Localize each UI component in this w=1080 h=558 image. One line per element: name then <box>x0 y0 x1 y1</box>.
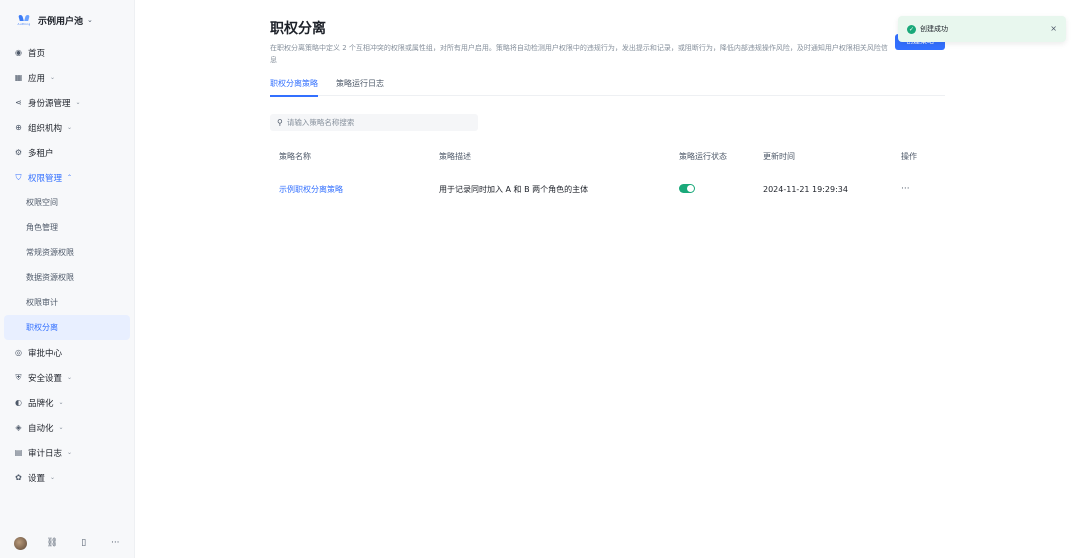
sidebar-item-tenants[interactable]: ⚙ 多租户 <box>0 140 134 165</box>
sidebar-subitem-permission-audit[interactable]: 权限审计 <box>0 290 134 315</box>
page-description: 在职权分离策略中定义 2 个互相冲突的权限或属性组，对所有用户启用。策略将自动检… <box>270 44 888 64</box>
tab-policy-run-logs[interactable]: 策略运行日志 <box>336 76 384 96</box>
sidebar-item-home[interactable]: ◉ 首页 <box>0 40 134 65</box>
chevron-down-icon: ⌄ <box>87 16 93 24</box>
sidebar-subitem-segregation-of-duties[interactable]: 职权分离 <box>4 315 130 340</box>
column-header-actions: 操作 <box>901 151 917 161</box>
chevron-down-icon: ⌄ <box>58 399 64 406</box>
sidebar-item-approval[interactable]: ◎ 审批中心 <box>0 340 134 365</box>
sidebar-item-identity-sources[interactable]: ⋖ 身份源管理 ⌄ <box>0 90 134 115</box>
sidebar-item-security[interactable]: ⛨ 安全设置 ⌄ <box>0 365 134 390</box>
shield-icon: ⛨ <box>15 372 22 382</box>
globe-icon: ◉ <box>15 48 22 57</box>
tab-bar: 职权分离策略 策略运行日志 <box>270 76 945 97</box>
main-content: 职权分离 在职权分离策略中定义 2 个互相冲突的权限或属性组，对所有用户启用。策… <box>135 0 1080 558</box>
approval-icon: ◎ <box>15 348 22 357</box>
chevron-down-icon: ⌄ <box>58 424 64 431</box>
column-header-description: 策略描述 <box>439 151 471 161</box>
column-header-status: 策略运行状态 <box>679 151 727 161</box>
more-icon[interactable]: ··· <box>109 538 121 548</box>
chevron-down-icon: ⌄ <box>67 124 73 131</box>
gear-icon: ✿ <box>15 473 22 482</box>
sidebar-item-settings[interactable]: ✿ 设置 ⌄ <box>0 465 134 490</box>
grid-icon: ▦ <box>14 73 23 82</box>
sidebar-item-apps[interactable]: ▦ 应用 ⌄ <box>0 65 134 90</box>
table-header: 策略名称 策略描述 策略运行状态 更新时间 操作 <box>270 144 945 168</box>
sidebar-footer: ⛓ ▯ ··· <box>0 528 135 558</box>
tenant-icon: ⚙ <box>14 148 23 157</box>
chevron-down-icon: ⌄ <box>67 374 73 381</box>
chevron-up-icon: ⌃ <box>67 174 73 181</box>
sidebar-item-organization[interactable]: ⊕ 组织机构 ⌄ <box>0 115 134 140</box>
sidebar-subitem-permission-space[interactable]: 权限空间 <box>0 190 134 215</box>
pool-switcher[interactable]: Authing 示例用户池 ⌄ <box>0 0 134 40</box>
policy-description: 用于记录同时加入 A 和 B 两个角色的主体 <box>439 184 589 194</box>
panel-toggle-icon[interactable]: ▯ <box>78 538 90 548</box>
org-icon: ⊕ <box>15 123 22 132</box>
close-icon[interactable]: × <box>1050 24 1057 33</box>
search-input[interactable] <box>286 118 467 127</box>
tab-sod-policies[interactable]: 职权分离策略 <box>270 76 318 97</box>
success-toast: ✓ 创建成功 × <box>898 16 1066 42</box>
column-header-updated: 更新时间 <box>763 151 795 161</box>
policy-table: 策略名称 策略描述 策略运行状态 更新时间 操作 示例职权分离策略 用于记录同时… <box>270 144 945 210</box>
sidebar-item-permissions[interactable]: ⛉ 权限管理 ⌃ <box>0 165 134 190</box>
sidebar-item-branding[interactable]: ◐ 品牌化 ⌄ <box>0 390 134 415</box>
pool-name: 示例用户池 <box>38 16 84 27</box>
policy-updated-time: 2024-11-21 19:29:34 <box>763 184 848 194</box>
log-icon: ▤ <box>14 448 23 457</box>
table-row: 示例职权分离策略 用于记录同时加入 A 和 B 两个角色的主体 2024-11-… <box>270 168 945 210</box>
toast-message: 创建成功 <box>920 25 948 33</box>
page-title: 职权分离 <box>270 21 326 37</box>
chevron-down-icon: ⌄ <box>50 474 56 481</box>
column-header-name: 策略名称 <box>279 151 311 161</box>
policy-name-link[interactable]: 示例职权分离策略 <box>279 185 343 194</box>
sidebar-item-audit-log[interactable]: ▤ 审计日志 ⌄ <box>0 440 134 465</box>
authing-logo: Authing <box>14 12 34 28</box>
chevron-down-icon: ⌄ <box>50 74 56 81</box>
search-box: ⚲ <box>270 114 478 131</box>
search-icon: ⚲ <box>277 118 283 127</box>
brand-icon: ◐ <box>15 398 22 407</box>
avatar[interactable] <box>13 536 27 550</box>
sidebar: Authing 示例用户池 ⌄ ◉ 首页 ▦ 应用 ⌄ ⋖ 身份源管理 ⌄ ⊕ … <box>0 0 135 558</box>
link-icon[interactable]: ⛓ <box>46 538 58 548</box>
policy-status-toggle[interactable] <box>679 183 695 193</box>
automation-icon: ◈ <box>15 423 22 432</box>
chevron-down-icon: ⌄ <box>75 99 81 106</box>
sidebar-item-automation[interactable]: ◈ 自动化 ⌄ <box>0 415 134 440</box>
shield-lock-icon: ⛉ <box>15 172 22 182</box>
chevron-down-icon: ⌄ <box>67 449 73 456</box>
sidebar-subitem-roles[interactable]: 角色管理 <box>0 215 134 240</box>
sidebar-subitem-data-resources[interactable]: 数据资源权限 <box>0 265 134 290</box>
row-more-icon[interactable]: ··· <box>901 184 910 194</box>
sidebar-nav: ◉ 首页 ▦ 应用 ⌄ ⋖ 身份源管理 ⌄ ⊕ 组织机构 ⌄ ⚙ 多租户 ⛉ 权… <box>0 40 134 490</box>
share-icon: ⋖ <box>15 98 22 107</box>
check-circle-icon: ✓ <box>907 24 916 34</box>
sidebar-subitem-general-resources[interactable]: 常规资源权限 <box>0 240 134 265</box>
